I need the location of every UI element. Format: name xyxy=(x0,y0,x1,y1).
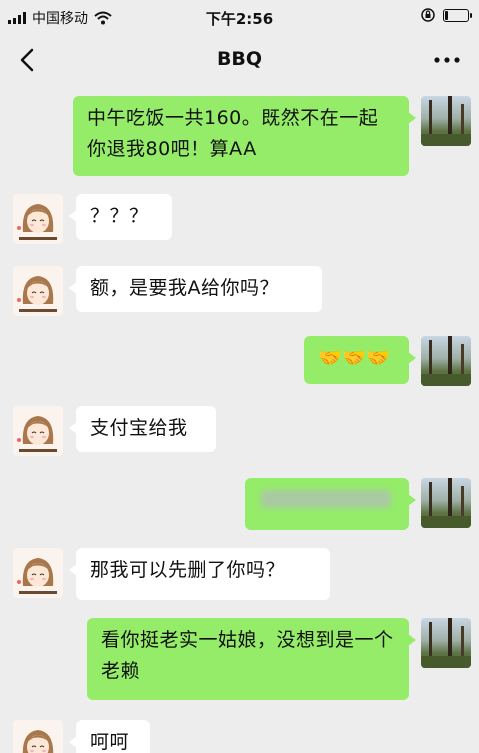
avatar-contact[interactable] xyxy=(13,406,63,456)
girl-avatar-icon xyxy=(17,276,57,312)
avatar-self[interactable] xyxy=(421,478,471,528)
message-text: 🤝🤝🤝 xyxy=(318,347,391,369)
nav-bar: BBQ xyxy=(0,34,479,86)
message-bubble[interactable]: 看你挺老实一姑娘，没想到是一个老赖 xyxy=(87,618,416,700)
status-right xyxy=(421,8,472,22)
message-bubble[interactable]: 🤝🤝🤝 xyxy=(304,336,416,384)
message-incoming: 额，是要我A给你吗？ xyxy=(0,266,479,320)
avatar-contact[interactable] xyxy=(13,194,63,244)
message-bubble[interactable]: 那我可以先删了你吗？ xyxy=(69,548,330,600)
avatar-self[interactable] xyxy=(421,618,471,668)
message-outgoing: 🤝🤝🤝 xyxy=(0,336,479,390)
forest-photo-icon xyxy=(421,618,471,668)
message-text: ？？？ xyxy=(90,205,149,227)
message-text: 呵呵 xyxy=(90,731,130,753)
message-bubble[interactable]: ？？？ xyxy=(69,194,172,240)
redacted-content xyxy=(261,490,391,508)
girl-avatar-icon xyxy=(17,558,57,594)
message-outgoing: 中午吃饭一共160。既然不在一起你退我80吧！算AA xyxy=(0,96,479,178)
avatar-contact[interactable] xyxy=(13,266,63,316)
status-time: 下午2:56 xyxy=(205,10,274,28)
more-dots-icon[interactable] xyxy=(433,52,461,68)
message-bubble[interactable]: 呵呵 xyxy=(69,720,150,753)
chat-list[interactable]: 中午吃饭一共160。既然不在一起你退我80吧！算AA ？？？ 额，是要我A给你吗… xyxy=(0,86,479,753)
orientation-lock-icon xyxy=(421,8,435,22)
message-incoming: 那我可以先删了你吗？ xyxy=(0,548,479,604)
avatar-self[interactable] xyxy=(421,96,471,146)
forest-photo-icon xyxy=(421,336,471,386)
message-bubble[interactable] xyxy=(245,478,416,530)
message-text: 中午吃饭一共160。既然不在一起你退我80吧！算AA xyxy=(87,107,379,160)
forest-photo-icon xyxy=(421,478,471,528)
avatar-self[interactable] xyxy=(421,336,471,386)
message-text: 那我可以先删了你吗？ xyxy=(90,559,286,581)
avatar-contact[interactable] xyxy=(13,720,63,753)
message-outgoing xyxy=(0,478,479,534)
girl-avatar-icon xyxy=(22,730,54,753)
message-bubble[interactable]: 中午吃饭一共160。既然不在一起你退我80吧！算AA xyxy=(73,96,416,176)
chat-title: BBQ xyxy=(216,48,263,70)
battery-level xyxy=(445,10,448,20)
avatar-contact[interactable] xyxy=(13,548,63,598)
message-text: 支付宝给我 xyxy=(90,417,188,439)
status-bar: 中国移动 下午2:56 xyxy=(0,0,479,34)
message-incoming: 呵呵 xyxy=(0,720,479,753)
message-bubble[interactable]: 支付宝给我 xyxy=(69,406,216,452)
girl-avatar-icon xyxy=(17,416,57,452)
forest-photo-icon xyxy=(421,96,471,146)
message-outgoing: 看你挺老实一姑娘，没想到是一个老赖 xyxy=(0,618,479,704)
battery-icon xyxy=(443,8,472,22)
girl-avatar-icon xyxy=(17,204,57,240)
message-bubble[interactable]: 额，是要我A给你吗？ xyxy=(69,266,322,312)
message-incoming: ？？？ xyxy=(0,194,479,248)
message-text: 额，是要我A给你吗？ xyxy=(90,277,279,299)
message-text: 看你挺老实一姑娘，没想到是一个老赖 xyxy=(101,629,394,682)
message-incoming: 支付宝给我 xyxy=(0,406,479,460)
